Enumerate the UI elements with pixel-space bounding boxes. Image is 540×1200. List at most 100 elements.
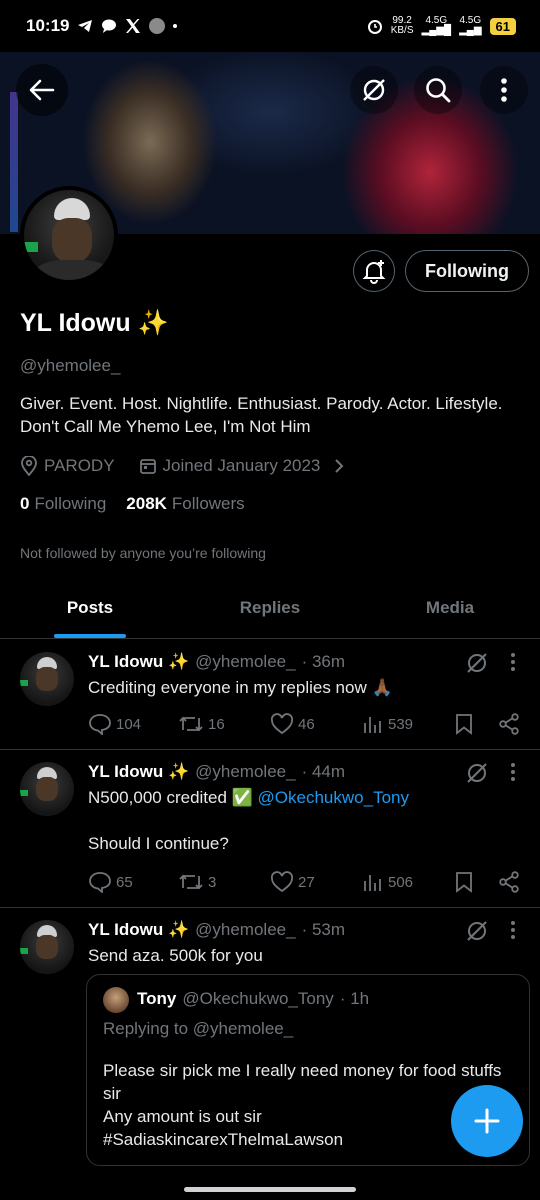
tab-replies[interactable]: Replies xyxy=(180,584,360,638)
post-text: Send aza. 500k for you xyxy=(88,946,263,965)
like-count: 27 xyxy=(298,873,315,891)
status-left: 10:19 xyxy=(26,16,178,36)
notifications-toggle-button[interactable] xyxy=(353,250,395,292)
views-chart-icon xyxy=(364,717,381,733)
quoted-author-handle: @Okechukwo_Tony xyxy=(182,989,334,1008)
bookmark-icon[interactable] xyxy=(454,713,474,735)
alarm-icon xyxy=(367,20,382,34)
more-options-button[interactable] xyxy=(480,66,528,114)
post-item[interactable]: YL Idowu ✨ @yhemolee_ · 53m Send aza. 50… xyxy=(0,908,540,1200)
post-header: YL Idowu ✨ @yhemolee_ · 36m xyxy=(88,652,345,672)
status-bar: 10:19 99.2 KB/S 4.5G ▂▄▆█ 4.5G ▂▄▆ 61 xyxy=(0,0,540,52)
views-chart-icon xyxy=(364,875,381,891)
quoted-line-1: Please sir pick me I really need money f… xyxy=(103,1061,502,1103)
search-icon xyxy=(426,78,451,103)
tab-media-label: Media xyxy=(425,598,475,617)
post-author-handle: @yhemolee_ xyxy=(195,920,296,939)
chevron-right-icon[interactable] xyxy=(332,458,346,474)
not-followed-notice: Not followed by anyone you’re following xyxy=(20,545,266,561)
grok-icon xyxy=(363,79,385,101)
views-count: 539 xyxy=(388,715,414,733)
post-header: YL Idowu ✨ @yhemolee_ · 44m xyxy=(88,762,345,782)
signal-2-label: 4.5G xyxy=(459,15,482,26)
grok-icon[interactable] xyxy=(464,760,490,786)
followers-label: Followers xyxy=(171,494,245,513)
post-item[interactable]: YL Idowu ✨ @yhemolee_ · 36m Crediting ev… xyxy=(0,640,540,750)
profile-bio: Giver. Event. Host. Nightlife. Enthusias… xyxy=(20,394,503,436)
post-avatar[interactable] xyxy=(20,762,74,816)
post-text-main: N500,000 credited ✅ xyxy=(88,788,258,807)
signal-1-label: 4.5G xyxy=(425,15,448,26)
status-right: 99.2 KB/S 4.5G ▂▄▆█ 4.5G ▂▄▆ 61 xyxy=(367,16,516,36)
repost-count: 16 xyxy=(208,715,225,733)
views-action[interactable]: 539 xyxy=(362,714,454,734)
chat-icon xyxy=(102,19,117,33)
share-icon[interactable] xyxy=(498,871,520,893)
back-button[interactable] xyxy=(16,64,68,116)
reply-count: 65 xyxy=(116,873,133,891)
post-author-name[interactable]: YL Idowu ✨ xyxy=(88,652,189,672)
bookmark-icon[interactable] xyxy=(454,871,474,893)
compose-post-button[interactable] xyxy=(451,1085,523,1157)
post-header: YL Idowu ✨ @yhemolee_ · 53m xyxy=(88,920,345,940)
post-author-handle: @yhemolee_ xyxy=(195,652,296,671)
reply-icon xyxy=(89,714,111,735)
post-avatar[interactable] xyxy=(20,652,74,706)
post-author-handle: @yhemolee_ xyxy=(195,762,296,781)
home-indicator[interactable] xyxy=(184,1187,356,1192)
calendar-icon xyxy=(139,459,156,474)
views-action[interactable]: 506 xyxy=(362,872,454,892)
mention-link[interactable]: @Okechukwo_Tony xyxy=(258,788,409,807)
net-speed: 99.2 KB/S xyxy=(391,16,414,36)
profile-avatar[interactable] xyxy=(20,186,118,284)
avatar-shirt xyxy=(32,260,114,280)
followers-count: 208K xyxy=(126,494,167,513)
grok-icon[interactable] xyxy=(464,918,490,944)
profile-stats: 0 Following 208K Followers xyxy=(20,494,245,514)
following-button[interactable]: Following xyxy=(405,250,529,292)
more-vertical-icon[interactable] xyxy=(510,920,516,940)
quoted-author-name: Tony xyxy=(137,989,177,1008)
battery-indicator: 61 xyxy=(489,17,516,35)
profile-handle: @yhemolee_ xyxy=(20,356,121,375)
repost-icon xyxy=(179,716,203,732)
more-vertical-icon xyxy=(501,78,507,102)
followers-stat[interactable]: 208K Followers xyxy=(126,494,244,514)
heart-icon xyxy=(270,713,294,735)
app-notification-icon xyxy=(149,18,166,34)
replying-to: Replying to @yhemolee_ xyxy=(103,1019,294,1038)
search-button[interactable] xyxy=(414,66,462,114)
following-stat[interactable]: 0 Following xyxy=(20,494,106,514)
repost-action[interactable]: 3 xyxy=(178,872,270,892)
like-action[interactable]: 46 xyxy=(270,713,362,735)
quoted-post-avatar[interactable] xyxy=(103,987,129,1013)
tab-replies-label: Replies xyxy=(239,598,301,617)
grok-icon[interactable] xyxy=(464,650,490,676)
repost-icon xyxy=(179,874,203,890)
post-author-name[interactable]: YL Idowu ✨ xyxy=(88,920,189,940)
x-logo-icon xyxy=(126,19,141,33)
post-author-name[interactable]: YL Idowu ✨ xyxy=(88,762,189,782)
post-item[interactable]: YL Idowu ✨ @yhemolee_ · 44m N500,000 cre… xyxy=(0,750,540,908)
telegram-icon xyxy=(78,20,93,32)
tab-media[interactable]: Media xyxy=(360,584,540,638)
profile-name: YL Idowu ✨ xyxy=(20,309,169,337)
tab-posts-label: Posts xyxy=(66,598,114,617)
more-vertical-icon[interactable] xyxy=(510,762,516,782)
grok-button[interactable] xyxy=(350,66,398,114)
profile-joined: Joined January 2023 xyxy=(162,456,321,475)
more-vertical-icon[interactable] xyxy=(510,652,516,672)
repost-count: 3 xyxy=(208,873,217,891)
like-action[interactable]: 27 xyxy=(270,871,362,893)
post-avatar[interactable] xyxy=(20,920,74,974)
signal-1: 4.5G ▂▄▆█ xyxy=(421,15,452,36)
post-time: · 53m xyxy=(301,920,346,939)
repost-action[interactable]: 16 xyxy=(178,714,270,734)
reply-action[interactable]: 104 xyxy=(88,713,178,735)
share-icon[interactable] xyxy=(498,713,520,735)
tab-posts[interactable]: Posts xyxy=(0,584,180,638)
like-count: 46 xyxy=(298,715,315,733)
net-speed-unit: KB/S xyxy=(390,25,414,36)
reply-action[interactable]: 65 xyxy=(88,871,178,893)
reply-icon xyxy=(89,872,111,893)
